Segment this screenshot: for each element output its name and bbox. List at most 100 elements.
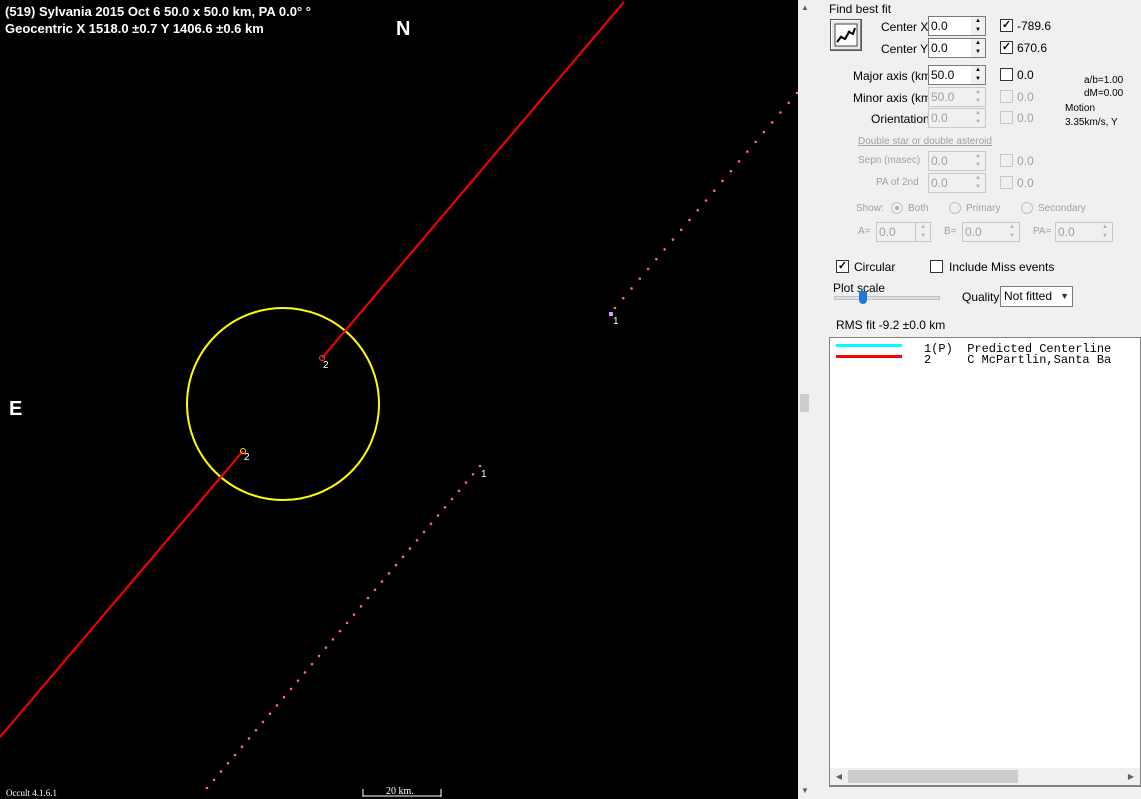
plot-canvas <box>0 1 798 797</box>
circular-checkbox[interactable]: ✓ <box>836 260 849 273</box>
center-y-input[interactable]: 0.0 <box>928 38 972 58</box>
orientation-spinner: ▲ ▼ <box>971 108 986 128</box>
scroll-up-icon[interactable]: ▲ <box>800 3 810 13</box>
quality-select[interactable]: Not fitted ▼ <box>1000 286 1073 307</box>
b-input: 0.0 <box>962 222 1006 242</box>
predicted-lower-dot <box>233 753 237 757</box>
sepn-fit-checkbox <box>1000 154 1013 167</box>
chord-2-reappear-label: 2 <box>323 360 329 371</box>
fit-control-panel: Find best fit Center X 0.0 ▲ ▼ ✓ -789.6 C… <box>812 0 1141 799</box>
plot-scale-track[interactable] <box>834 296 940 300</box>
ab-ratio: a/b=1.00 <box>1084 75 1124 86</box>
predicted-lower-dot <box>303 671 307 674</box>
center-x-fit-checkbox[interactable]: ✓ <box>1000 19 1013 32</box>
orientation-input: 0.0 <box>928 108 972 128</box>
show-both-radio <box>891 202 903 214</box>
minor-axis-input: 50.0 <box>928 87 972 107</box>
splitter-thumb[interactable] <box>800 394 809 412</box>
chevron-down-icon: ▼ <box>1060 291 1069 301</box>
scroll-down-icon[interactable]: ▼ <box>800 786 810 796</box>
predicted-lower-dot <box>254 728 258 732</box>
pa-2nd-fit-value: 0.0 <box>1017 176 1034 190</box>
predicted-upper-dot <box>762 130 766 134</box>
include-miss-checkbox[interactable] <box>930 260 943 273</box>
predicted-upper-dot <box>721 179 724 183</box>
minor-axis-fit-value: 0.0 <box>1017 90 1034 104</box>
predicted-upper-dot <box>630 287 633 290</box>
center-x-spinner[interactable]: ▲ ▼ <box>971 16 986 36</box>
find-best-fit-button[interactable] <box>830 19 862 51</box>
predicted-lower-dot <box>338 629 342 633</box>
center-y-fit-checkbox[interactable]: ✓ <box>1000 41 1013 54</box>
predicted-upper-dot <box>729 169 733 173</box>
chord-1-upper-label: 1 <box>613 316 619 327</box>
predicted-upper-dot <box>770 121 774 124</box>
legend-scroll-thumb[interactable] <box>848 770 1018 783</box>
a-label: A= <box>858 226 871 237</box>
major-axis-input[interactable]: 50.0 <box>928 65 972 85</box>
legend-swatch-2 <box>836 355 902 358</box>
orientation-fit-value: 0.0 <box>1017 111 1034 125</box>
predicted-lower-dot <box>471 472 475 476</box>
plot-geocentric-coords: Geocentric X 1518.0 ±0.7 Y 1406.6 ±0.6 k… <box>5 21 264 36</box>
sepn-spinner: ▲ ▼ <box>971 151 986 171</box>
legend-row-2[interactable]: 2 C McPartlin,Santa Ba <box>830 353 1111 367</box>
predicted-upper-dot <box>646 267 650 271</box>
center-y-spinner[interactable]: ▲ ▼ <box>971 38 986 58</box>
predicted-upper-dot <box>638 277 642 280</box>
a-spinner: ▲ ▼ <box>916 222 931 242</box>
double-star-title: Double star or double asteroid <box>858 136 992 147</box>
predicted-lower-dot <box>345 621 349 625</box>
legend-horizontal-scrollbar[interactable]: ◀ ▶ <box>829 768 1141 786</box>
major-axis-fit-value: 0.0 <box>1017 68 1034 82</box>
a-input: 0.0 <box>876 222 916 242</box>
chord-2-disappear-label: 2 <box>244 452 250 463</box>
predicted-lower-dot <box>240 745 244 749</box>
north-label: N <box>396 18 411 40</box>
scroll-left-icon[interactable]: ◀ <box>832 770 846 783</box>
motion-label: Motion <box>1065 103 1096 114</box>
asteroid-outline <box>186 307 380 501</box>
motion-value: 3.35km/s, Y <box>1065 117 1118 128</box>
occultation-plot[interactable]: (519) Sylvania 2015 Oct 6 50.0 x 50.0 km… <box>0 0 798 799</box>
predicted-lower-dot <box>359 605 363 608</box>
center-x-input[interactable]: 0.0 <box>928 16 972 36</box>
legend-swatch-1 <box>836 344 902 347</box>
predicted-lower-dot <box>443 505 447 509</box>
chord-legend-list[interactable]: 1(P) Predicted Centerline 2 C McPartlin,… <box>829 337 1141 787</box>
legend-text-2: 2 C McPartlin,Santa Ba <box>924 353 1112 367</box>
predicted-lower-dot <box>212 778 216 782</box>
predicted-line-upper <box>613 91 798 310</box>
predicted-lower-dot <box>387 572 391 575</box>
plot-title: (519) Sylvania 2015 Oct 6 50.0 x 50.0 km… <box>5 4 311 19</box>
center-x-label: Center X <box>881 20 929 34</box>
predicted-lower-dot <box>380 580 384 583</box>
predicted-lower-dot <box>310 662 314 666</box>
predicted-lower-dot <box>282 695 286 699</box>
predicted-lower-dot <box>226 761 230 765</box>
predicted-lower-dot <box>275 704 279 707</box>
major-axis-fit-checkbox[interactable] <box>1000 68 1013 81</box>
predicted-lower-dot <box>373 588 377 592</box>
predicted-lower-dot <box>464 481 468 484</box>
quality-label: Quality <box>962 290 1000 304</box>
plot-scale-slider[interactable] <box>859 291 867 304</box>
predicted-upper-dot <box>754 140 757 144</box>
show-secondary-label: Secondary <box>1038 203 1086 214</box>
panel-splitter-scrollbar[interactable]: ▲ ▼ <box>798 0 812 799</box>
circular-label: Circular <box>854 260 896 274</box>
find-best-fit-title: Find best fit <box>829 2 892 16</box>
predicted-upper-dot <box>779 111 782 114</box>
predicted-upper-dot <box>613 306 617 310</box>
major-axis-spinner[interactable]: ▲ ▼ <box>971 65 986 85</box>
show-primary-radio <box>949 202 961 214</box>
minor-axis-spinner: ▲ ▼ <box>971 87 986 107</box>
show-label: Show: <box>856 203 884 214</box>
predicted-lower-dot <box>289 687 293 691</box>
predicted-upper-dot <box>679 228 683 232</box>
predicted-upper-dot <box>688 218 691 222</box>
b-label: B= <box>944 226 957 237</box>
scroll-right-icon[interactable]: ▶ <box>1124 770 1138 783</box>
predicted-lower-dot <box>261 720 265 724</box>
predicted-lower-dot <box>450 497 454 501</box>
